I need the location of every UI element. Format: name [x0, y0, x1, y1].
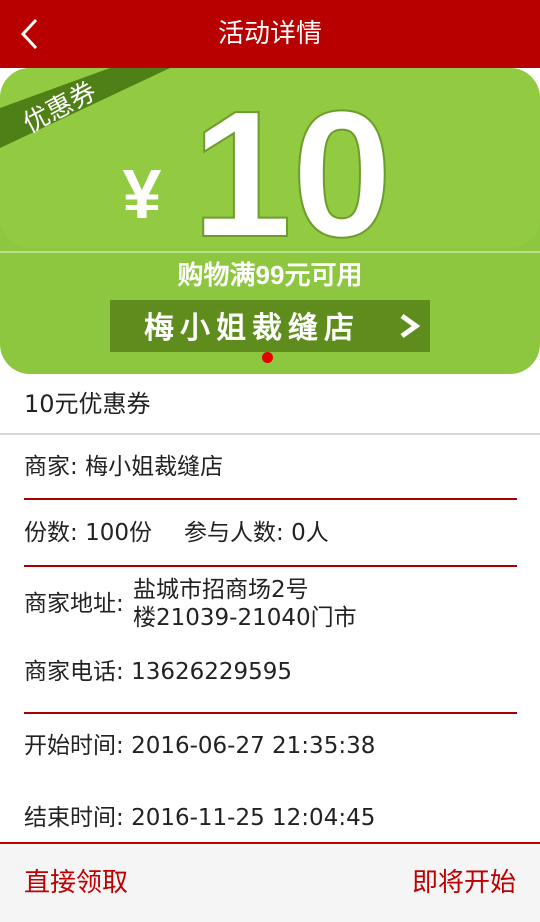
currency-symbol: ¥: [123, 155, 162, 233]
quantity-value: 100份: [85, 520, 152, 546]
address-line-1: 盐城市招商场2号: [133, 577, 309, 603]
phone-label: 商家电话:: [24, 659, 124, 685]
participants-row: 参与人数: 0人: [184, 517, 329, 549]
coupon-condition: 购物满99元可用: [178, 260, 363, 290]
end-time-value: 2016-11-25 12:04:45: [131, 805, 376, 831]
coupon-amount: 10: [192, 74, 392, 275]
divider: [24, 498, 517, 500]
coupon-banner-graphic: 优惠券 ¥ 10 购物满99元可用 梅小姐裁缝店: [0, 68, 540, 374]
divider: [24, 565, 517, 567]
status-button[interactable]: 即将开始: [412, 844, 516, 922]
coupon-title: 10元优惠券: [24, 390, 151, 418]
merchant-label: 商家:: [24, 454, 78, 480]
top-navbar: 活动详情: [0, 0, 540, 68]
quantity-label: 份数:: [24, 520, 78, 546]
divider: [24, 712, 517, 714]
merchant-value: 梅小姐裁缝店: [85, 454, 224, 480]
bottom-action-bar: 直接领取 即将开始: [0, 842, 540, 922]
page-title: 活动详情: [217, 19, 322, 49]
divider: [0, 433, 540, 435]
end-time-row: 结束时间: 2016-11-25 12:04:45: [24, 802, 375, 834]
merchant-row: 商家: 梅小姐裁缝店: [24, 451, 223, 483]
start-time-value: 2016-06-27 21:35:38: [131, 733, 376, 759]
address-label: 商家地址:: [24, 591, 124, 617]
end-time-label: 结束时间:: [24, 805, 124, 831]
start-time-row: 开始时间: 2016-06-27 21:35:38: [24, 730, 375, 762]
phone-row: 商家电话: 13626229595: [24, 656, 292, 688]
participants-value: 0人: [291, 520, 329, 546]
claim-button[interactable]: 直接领取: [24, 844, 128, 922]
carousel-indicator-dot[interactable]: [262, 352, 273, 363]
shop-name-banner: 梅小姐裁缝店: [144, 312, 360, 345]
participants-label: 参与人数:: [184, 520, 284, 546]
address-value: 盐城市招商场2号 楼21039-21040门市: [133, 576, 357, 632]
coupon-banner[interactable]: 优惠券 ¥ 10 购物满99元可用 梅小姐裁缝店: [0, 68, 540, 374]
address-line-2: 楼21039-21040门市: [133, 605, 357, 631]
quantity-row: 份数: 100份: [24, 517, 152, 549]
phone-value[interactable]: 13626229595: [131, 659, 292, 685]
start-time-label: 开始时间:: [24, 733, 124, 759]
